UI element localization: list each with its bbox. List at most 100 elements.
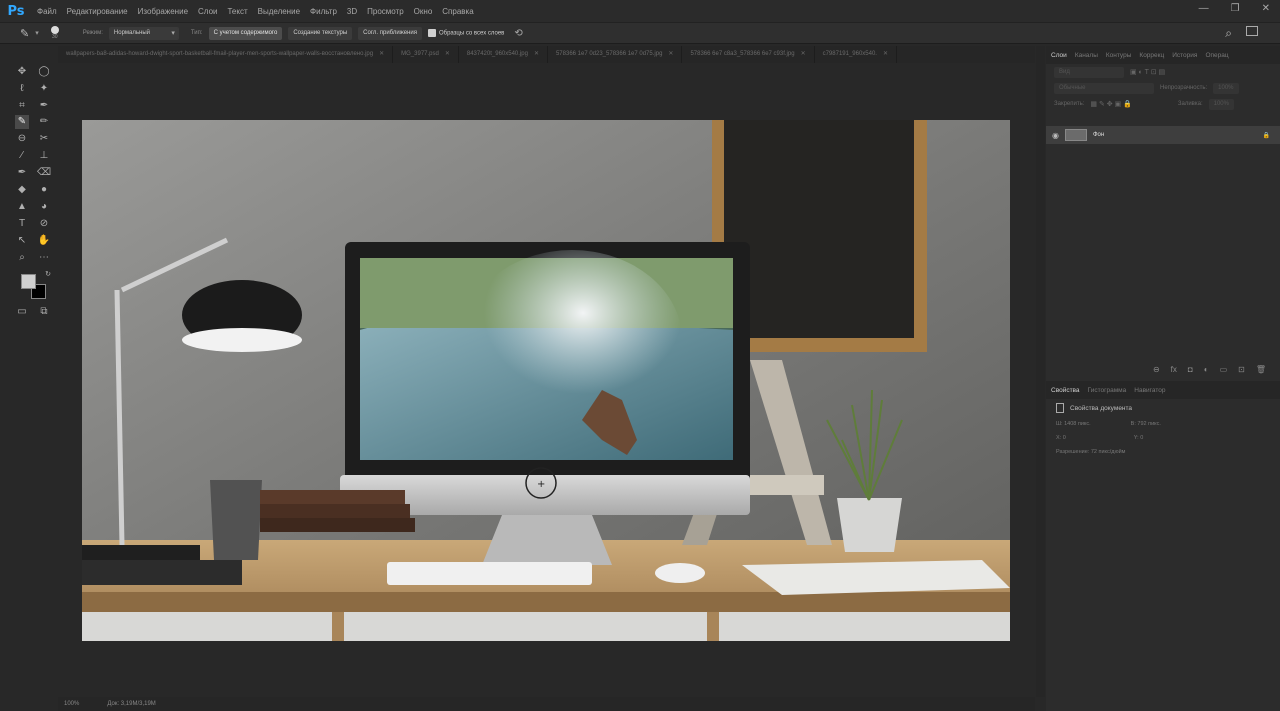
menu-text[interactable]: Текст bbox=[222, 7, 252, 16]
sample-all-checkbox[interactable] bbox=[427, 29, 436, 37]
create-texture-button[interactable]: Создание текстуры bbox=[288, 26, 353, 40]
blur-tool-icon[interactable]: ✒ bbox=[15, 166, 29, 180]
content-aware-button[interactable]: С учетом содержимого bbox=[208, 26, 283, 40]
dodge-tool-icon[interactable]: ⌫ bbox=[37, 166, 51, 180]
pressure-icon[interactable]: ⟲ bbox=[514, 28, 522, 39]
tabs-scrollbar[interactable] bbox=[1036, 46, 1045, 697]
workspace-icon[interactable] bbox=[1246, 26, 1258, 36]
menu-select[interactable]: Выделение bbox=[253, 7, 305, 16]
link-icon[interactable]: ⊖ bbox=[1153, 365, 1160, 374]
shape-tool-icon[interactable]: ◕ bbox=[37, 200, 51, 214]
close-button[interactable]: ✕ bbox=[1262, 3, 1270, 14]
quick-select-icon[interactable]: ✦ bbox=[37, 82, 51, 96]
marquee-tool-icon[interactable]: ◯ bbox=[37, 65, 51, 79]
menu-help[interactable]: Справка bbox=[437, 7, 478, 16]
doc-tab[interactable]: 8437420t_960x540.jpg ✕ bbox=[459, 46, 548, 63]
tab-histogram[interactable]: Гистограмма bbox=[1088, 387, 1127, 394]
new-layer-icon[interactable]: ⊡ bbox=[1238, 365, 1245, 374]
menu-window[interactable]: Окно bbox=[409, 7, 438, 16]
mode-select[interactable]: Нормальный bbox=[108, 26, 179, 40]
gradient-icon[interactable]: ⊥ bbox=[37, 149, 51, 163]
filter-icons[interactable]: ▣ ◐ T ⊡ ▤ bbox=[1130, 68, 1165, 76]
zoom-level[interactable]: 100% bbox=[64, 701, 79, 707]
tab-actions[interactable]: Операц bbox=[1205, 52, 1228, 59]
lasso-tool-icon[interactable]: ℓ bbox=[15, 82, 29, 96]
zoom-tool-icon[interactable]: ⌕ bbox=[15, 251, 29, 265]
mask-icon[interactable]: ◘ bbox=[1188, 365, 1193, 374]
opacity-input[interactable]: 100% bbox=[1213, 82, 1239, 94]
document-canvas[interactable]: + bbox=[82, 120, 1010, 641]
path-select-icon[interactable]: ▲ bbox=[15, 200, 29, 214]
menu-edit[interactable]: Редактирование bbox=[62, 7, 133, 16]
pen-tool-icon[interactable]: ◆ bbox=[15, 183, 29, 197]
proximity-match-button[interactable]: Согл. приближения bbox=[358, 26, 422, 40]
close-icon[interactable]: ✕ bbox=[379, 51, 384, 57]
tab-layers[interactable]: Слои bbox=[1051, 52, 1067, 59]
brush-tool-icon[interactable]: ✏ bbox=[37, 115, 51, 129]
tab-paths[interactable]: Контуры bbox=[1106, 52, 1132, 59]
move-tool-icon[interactable]: ✥ bbox=[15, 65, 29, 79]
eye-icon[interactable]: ◉ bbox=[1052, 131, 1059, 140]
quick-mask-icon[interactable]: ▭ bbox=[15, 305, 29, 319]
healing-brush-icon[interactable]: ✎ bbox=[20, 27, 29, 40]
crop-tool-icon[interactable]: ⌗ bbox=[15, 99, 29, 113]
layer-kind-filter[interactable]: Вид bbox=[1054, 66, 1124, 78]
layer-name[interactable]: Фон bbox=[1093, 132, 1104, 138]
brush-preset[interactable]: 30 bbox=[50, 26, 59, 40]
lock-icons[interactable]: ▦ ✎ ✥ ▣ 🔒 bbox=[1090, 100, 1131, 108]
fx-icon[interactable]: fx bbox=[1171, 365, 1177, 374]
direct-select-icon[interactable]: ⊘ bbox=[37, 217, 51, 231]
more-tools-icon[interactable]: ⋯ bbox=[37, 251, 51, 265]
layers-footer: ⊖ fx ◘ ◐ ▭ ⊡ 🗑 bbox=[1046, 362, 1280, 376]
eyedropper-icon[interactable]: ✒ bbox=[37, 99, 51, 113]
smudge-icon[interactable]: ● bbox=[37, 183, 51, 197]
tab-properties[interactable]: Свойства bbox=[1051, 387, 1080, 394]
rectangle-tool-icon[interactable]: ↖ bbox=[15, 234, 29, 248]
close-icon[interactable]: ✕ bbox=[445, 51, 450, 57]
tab-adjustments[interactable]: Коррекц bbox=[1139, 52, 1164, 59]
fill-input[interactable]: 100% bbox=[1208, 98, 1234, 110]
doc-tab[interactable]: MG_3977.psd ✕ bbox=[393, 46, 459, 63]
trash-icon[interactable]: 🗑 bbox=[1256, 365, 1266, 374]
close-icon[interactable]: ✕ bbox=[883, 51, 888, 57]
tab-channels[interactable]: Каналы bbox=[1075, 52, 1098, 59]
sample-all-layers[interactable]: Образцы со всех слоев bbox=[427, 29, 504, 37]
search-icon[interactable]: ⌕ bbox=[1225, 26, 1232, 41]
eraser-icon[interactable]: ∕ bbox=[15, 149, 29, 163]
adjustment-icon[interactable]: ◐ bbox=[1204, 365, 1209, 374]
brush-dot-icon bbox=[50, 26, 59, 34]
tab-history[interactable]: История bbox=[1172, 52, 1197, 59]
layer-thumbnail bbox=[1064, 129, 1087, 141]
chevron-down-icon[interactable]: ▾ bbox=[35, 29, 39, 37]
close-icon[interactable]: ✕ bbox=[534, 51, 539, 57]
menu-layers[interactable]: Слои bbox=[193, 7, 222, 16]
close-icon[interactable]: ✕ bbox=[668, 51, 673, 57]
menu-file[interactable]: Файл bbox=[32, 7, 62, 16]
healing-tool-icon[interactable]: ✎ bbox=[15, 115, 29, 129]
restore-button[interactable]: ❐ bbox=[1231, 3, 1240, 14]
document-tabs: wallpapers-ba8-adidas-howard-dwight-spor… bbox=[58, 46, 1035, 63]
screen-mode-icon[interactable]: ⧉ bbox=[37, 305, 51, 319]
folder-icon[interactable]: ▭ bbox=[1220, 365, 1228, 374]
stamp-tool-icon[interactable]: ⊖ bbox=[15, 132, 29, 146]
layer-row-background[interactable]: ◉ Фон 🔒 bbox=[1046, 126, 1280, 144]
swap-colors-icon[interactable]: ↻ bbox=[41, 268, 55, 282]
height-value: В: 792 пикс. bbox=[1130, 421, 1161, 427]
menu-filter[interactable]: Фильтр bbox=[305, 7, 342, 16]
doc-tab[interactable]: wallpapers-ba8-adidas-howard-dwight-spor… bbox=[58, 46, 394, 63]
menu-view[interactable]: Просмотр bbox=[362, 7, 409, 16]
foreground-color-swatch[interactable] bbox=[21, 274, 36, 289]
minimize-button[interactable]: — bbox=[1199, 3, 1209, 14]
menu-image[interactable]: Изображение bbox=[133, 7, 193, 16]
history-brush-icon[interactable]: ✂ bbox=[37, 132, 51, 146]
tab-navigator[interactable]: Навигатор bbox=[1134, 387, 1165, 394]
close-icon[interactable]: ✕ bbox=[801, 51, 806, 57]
doc-tab[interactable]: 578366 6e7 c8a3_578366 6e7 c93f.jpg ✕ bbox=[682, 46, 815, 63]
blend-mode-select[interactable]: Обычные bbox=[1054, 82, 1154, 94]
doc-size: Док: 3,19M/3,19M bbox=[107, 701, 156, 707]
text-tool-icon[interactable]: T bbox=[15, 217, 29, 231]
menu-3d[interactable]: 3D bbox=[342, 7, 362, 16]
doc-tab[interactable]: c7987191_960x540. ✕ bbox=[815, 46, 898, 63]
hand-tool-icon[interactable]: ✋ bbox=[37, 234, 51, 248]
doc-tab[interactable]: 578366 1e7 0d23_578366 1e7 0d75.jpg ✕ bbox=[548, 46, 683, 63]
